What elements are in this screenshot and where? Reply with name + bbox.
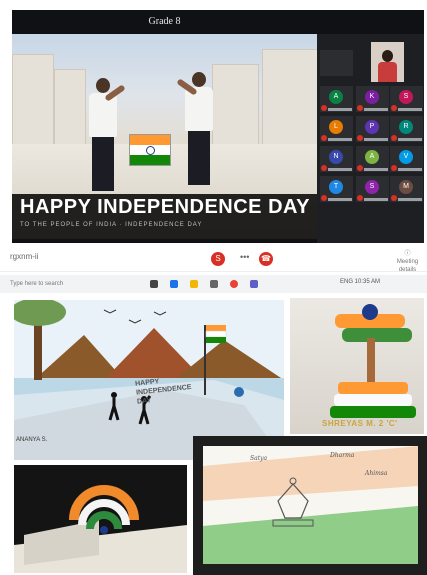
- participant-avatar: S: [399, 90, 413, 104]
- mic-muted-icon: [391, 135, 397, 141]
- participant-tile[interactable]: L: [320, 116, 353, 142]
- mic-muted-icon: [391, 105, 397, 111]
- participant-tile[interactable]: A: [356, 146, 389, 172]
- participant-name: [328, 168, 352, 171]
- student-left: [84, 78, 126, 191]
- participant-avatar: P: [365, 120, 379, 134]
- sketch-art: [203, 446, 418, 564]
- participant-avatar: R: [399, 120, 413, 134]
- participant-avatar: L: [329, 120, 343, 134]
- mic-muted-icon: [357, 135, 363, 141]
- participant-avatar: K: [365, 90, 379, 104]
- store-icon[interactable]: [210, 280, 218, 288]
- mic-off-button[interactable]: S: [211, 252, 225, 266]
- participant-camera-tile[interactable]: [371, 42, 404, 82]
- participant-name: [364, 168, 388, 171]
- teams-icon[interactable]: [250, 280, 258, 288]
- student-right: [176, 72, 218, 185]
- meeting-details-label: Meeting details: [396, 259, 419, 273]
- participant-tile[interactable]: T: [320, 176, 353, 202]
- sketch-word: Ahimsa: [365, 470, 388, 477]
- participant-name: [398, 198, 422, 201]
- participant-avatar: A: [329, 90, 343, 104]
- participant-name: [398, 138, 422, 141]
- participant-tile[interactable]: S: [356, 176, 389, 202]
- background-building: [262, 49, 317, 146]
- mic-muted-icon: [391, 165, 397, 171]
- background-building: [54, 69, 86, 146]
- participant-name: [398, 168, 422, 171]
- participant-name: [328, 108, 352, 111]
- banner-subtitle: TO THE PEOPLE OF INDIA · INDEPENDENCE DA…: [20, 222, 203, 228]
- participant-tile[interactable]: [320, 50, 353, 76]
- craft-flag-stand-photo: [290, 298, 424, 434]
- craft-student-label: SHREYAS M. 2 'C': [322, 419, 398, 428]
- participant-avatar: V: [399, 150, 413, 164]
- meeting-title: Grade 8: [148, 16, 181, 27]
- meeting-code[interactable]: rgxnm-ii: [10, 252, 38, 261]
- edge-icon[interactable]: [170, 280, 178, 288]
- participant-tile[interactable]: N: [320, 146, 353, 172]
- participant-tile[interactable]: A: [320, 86, 353, 112]
- participant-tile[interactable]: K: [356, 86, 389, 112]
- mic-muted-icon: [321, 165, 327, 171]
- participant-tile[interactable]: V: [390, 146, 423, 172]
- file-explorer-icon[interactable]: [190, 280, 198, 288]
- sketch-word: Satya: [250, 455, 268, 462]
- participant-name: [328, 198, 352, 201]
- participant-avatar: A: [365, 150, 379, 164]
- system-tray[interactable]: ENG 10:35 AM: [340, 279, 380, 285]
- sketch-word: Dharma: [330, 452, 355, 459]
- mic-muted-icon: [357, 195, 363, 201]
- mic-muted-icon: [357, 105, 363, 111]
- mic-muted-icon: [321, 195, 327, 201]
- participant-avatar: T: [329, 180, 343, 194]
- info-icon: ⓘ: [404, 251, 411, 257]
- participant-tile[interactable]: P: [356, 116, 389, 142]
- mic-muted-icon: [321, 105, 327, 111]
- end-call-button[interactable]: ☎: [259, 252, 273, 266]
- indian-flag: [129, 134, 171, 166]
- participant-tile[interactable]: R: [390, 116, 423, 142]
- craft-art: [330, 304, 416, 418]
- participant-avatar: M: [399, 180, 413, 194]
- mic-muted-icon: [391, 195, 397, 201]
- background-building: [12, 54, 54, 146]
- participant-name: [328, 138, 352, 141]
- chrome-icon[interactable]: [230, 280, 238, 288]
- more-options-button[interactable]: •••: [240, 252, 249, 262]
- sketch-paper: [203, 446, 418, 564]
- participant-avatar: S: [365, 180, 379, 194]
- participant-avatar: N: [329, 150, 343, 164]
- task-view-icon[interactable]: [150, 280, 158, 288]
- drawing-artist-name: ANANYA S.: [16, 437, 48, 443]
- participant-tile[interactable]: M: [390, 176, 423, 202]
- participant-name: [364, 108, 388, 111]
- mic-muted-icon: [357, 165, 363, 171]
- background-building: [212, 64, 259, 146]
- participant-name: [364, 138, 388, 141]
- popup-art: [14, 485, 187, 573]
- taskbar-search-input[interactable]: Type here to search: [10, 278, 130, 290]
- presenter-video[interactable]: HAPPY INDEPENDENCE DAY TO THE PEOPLE OF …: [12, 34, 317, 239]
- participant-tile[interactable]: S: [390, 86, 423, 112]
- popup-card-photo: [14, 465, 187, 573]
- mic-muted-icon: [321, 135, 327, 141]
- participant-name: [398, 108, 422, 111]
- participant-name: [364, 198, 388, 201]
- meeting-details-button[interactable]: ⓘ Meeting details: [388, 250, 427, 274]
- banner-title: HAPPY INDEPENDENCE DAY: [20, 196, 310, 218]
